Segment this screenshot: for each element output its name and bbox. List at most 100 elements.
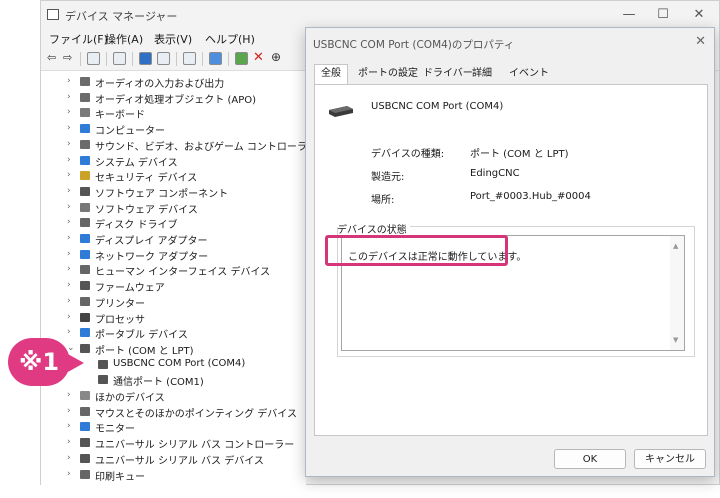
- menu-action[interactable]: 操作(A): [105, 31, 143, 47]
- tree-item[interactable]: 通信ポート (COM1): [41, 372, 306, 388]
- tree-expander-icon[interactable]: ›: [67, 107, 71, 117]
- tree-expander-icon[interactable]: ›: [67, 469, 71, 479]
- tree-expander-icon[interactable]: ›: [67, 217, 71, 227]
- tree-expander-icon[interactable]: ›: [67, 123, 71, 133]
- tree-item-label: ユニバーサル シリアル バス コントローラー: [95, 440, 295, 452]
- cancel-button[interactable]: キャンセル: [634, 449, 706, 469]
- tree-expander-icon[interactable]: ›: [67, 155, 71, 165]
- device-category-icon: [80, 422, 90, 432]
- tree-item-label: USBCNC COM Port (COM4): [113, 357, 246, 369]
- tree-expander-icon[interactable]: ›: [67, 453, 71, 463]
- tree-item-label: ネットワーク アダプター: [95, 251, 209, 263]
- menu-file[interactable]: ファイル(F): [49, 31, 108, 47]
- port-device-icon: [329, 106, 353, 117]
- tab-port-settings[interactable]: ポートの設定: [358, 66, 418, 82]
- device-category-icon: [98, 375, 108, 385]
- tree-expander-icon[interactable]: ›: [67, 249, 71, 259]
- status-highlight-box: [325, 235, 508, 266]
- tree-item[interactable]: › ディスプレイ アダプター: [41, 231, 306, 247]
- tree-item-label: オーディオ処理オブジェクト (APO): [95, 94, 257, 106]
- tree-item[interactable]: › ディスク ドライブ: [41, 215, 306, 231]
- tree-item[interactable]: › キーボード: [41, 105, 306, 121]
- tree-expander-icon[interactable]: ›: [67, 312, 71, 322]
- tree-expander-icon[interactable]: ›: [67, 390, 71, 400]
- resources-icon[interactable]: [157, 52, 170, 65]
- tree-expander-icon[interactable]: ›: [67, 327, 71, 337]
- tree-item[interactable]: › モニター: [41, 419, 306, 435]
- tree-item[interactable]: › ユニバーサル シリアル バス コントローラー: [41, 435, 306, 451]
- tree-item-label: ソフトウェア コンポーネント: [95, 188, 229, 200]
- forward-arrow-icon[interactable]: ⇨: [63, 51, 72, 64]
- device-type-value: ポート (COM と LPT): [470, 149, 569, 160]
- tree-item[interactable]: › オーディオの入力および出力: [41, 74, 306, 90]
- tree-item[interactable]: › ソフトウェア コンポーネント: [41, 184, 306, 200]
- dialog-close-icon[interactable]: ✕: [695, 34, 706, 49]
- tree-item[interactable]: › システム デバイス: [41, 153, 306, 169]
- properties-view-icon[interactable]: [87, 52, 100, 65]
- tree-expander-icon[interactable]: ›: [67, 186, 71, 196]
- tree-expander-icon[interactable]: ›: [67, 202, 71, 212]
- tree-item[interactable]: › ファームウェア: [41, 278, 306, 294]
- menu-help[interactable]: ヘルプ(H): [205, 31, 255, 47]
- tree-item[interactable]: › コンピューター: [41, 121, 306, 137]
- device-tree: › オーディオの入力および出力 › オーディオ処理オブジェクト (APO) › キーボード…: [41, 71, 306, 485]
- device-manager-icon: [47, 9, 59, 20]
- tree-item[interactable]: › オーディオ処理オブジェクト (APO): [41, 90, 306, 106]
- tree-expander-icon[interactable]: ›: [67, 170, 71, 180]
- tree-expander-icon[interactable]: ›: [67, 437, 71, 447]
- disable-device-icon[interactable]: ⊕: [271, 50, 281, 64]
- tree-item[interactable]: › プリンター: [41, 294, 306, 310]
- tree-item[interactable]: › マウスとそのほかのポインティング デバイス: [41, 404, 306, 420]
- tree-expander-icon[interactable]: ›: [67, 233, 71, 243]
- back-arrow-icon[interactable]: ⇦: [47, 51, 56, 64]
- ok-button[interactable]: OK: [554, 449, 626, 469]
- monitor-icon[interactable]: [209, 52, 222, 65]
- menu-view[interactable]: 表示(V): [154, 31, 192, 47]
- update-driver-icon[interactable]: [235, 52, 248, 65]
- tree-expander-icon[interactable]: ›: [67, 92, 71, 102]
- tree-expander-icon[interactable]: ›: [67, 280, 71, 290]
- tree-item[interactable]: › ソフトウェア デバイス: [41, 200, 306, 216]
- tree-expander-icon[interactable]: ›: [67, 76, 71, 86]
- tree-item[interactable]: › ユニバーサル シリアル バス デバイス: [41, 451, 306, 467]
- scroll-up-icon[interactable]: ▲: [673, 242, 678, 250]
- tree-expander-icon[interactable]: ›: [67, 296, 71, 306]
- help-icon[interactable]: [139, 52, 152, 65]
- tree-expander-icon[interactable]: ›: [67, 406, 71, 416]
- tree-item[interactable]: › プロセッサ: [41, 310, 306, 326]
- tab-driver[interactable]: ドライバー: [423, 66, 473, 82]
- tree-item-label: プリンター: [95, 298, 145, 310]
- device-category-icon: [80, 469, 90, 479]
- list-view-icon[interactable]: [113, 52, 126, 65]
- close-icon[interactable]: ✕: [689, 7, 709, 22]
- tree-expander-icon[interactable]: ⌄: [67, 343, 75, 353]
- tab-events[interactable]: イベント: [509, 66, 549, 82]
- tree-item-label: ユニバーサル シリアル バス デバイス: [95, 455, 264, 467]
- device-category-icon: [80, 296, 90, 306]
- tab-general[interactable]: 全般: [314, 64, 348, 85]
- status-scrollbar[interactable]: ▲ ▼: [670, 236, 684, 350]
- tree-item[interactable]: › サウンド、ビデオ、およびゲーム コントローラー: [41, 137, 306, 153]
- tree-item[interactable]: › ポータブル デバイス: [41, 325, 306, 341]
- scan-hardware-icon[interactable]: [183, 52, 196, 65]
- minimize-icon[interactable]: —: [619, 7, 639, 22]
- scroll-down-icon[interactable]: ▼: [673, 336, 678, 344]
- tree-expander-icon[interactable]: ›: [67, 139, 71, 149]
- tree-item[interactable]: › ほかのデバイス: [41, 388, 306, 404]
- tree-expander-icon[interactable]: ›: [67, 264, 71, 274]
- maximize-icon[interactable]: ☐: [653, 7, 673, 22]
- tree-item[interactable]: › ネットワーク アダプター: [41, 247, 306, 263]
- tree-item[interactable]: › 印刷キュー: [41, 467, 306, 483]
- tree-expander-icon[interactable]: ›: [67, 421, 71, 431]
- tree-item-label: 通信ポート (COM1): [113, 377, 204, 389]
- device-category-icon: [80, 391, 90, 400]
- device-category-icon: [80, 343, 90, 353]
- tree-item-label: ほかのデバイス: [95, 393, 165, 404]
- dm-titlebar[interactable]: デバイス マネージャー — ☐ ✕: [41, 1, 719, 29]
- tab-details[interactable]: 詳細: [472, 66, 492, 82]
- uninstall-icon[interactable]: ✕: [253, 50, 264, 65]
- tree-item[interactable]: › ヒューマン インターフェイス デバイス: [41, 262, 306, 278]
- tree-item-label: セキュリティ デバイス: [95, 173, 198, 185]
- tree-item[interactable]: › セキュリティ デバイス: [41, 168, 306, 184]
- tree-item-label: 印刷キュー: [95, 471, 145, 483]
